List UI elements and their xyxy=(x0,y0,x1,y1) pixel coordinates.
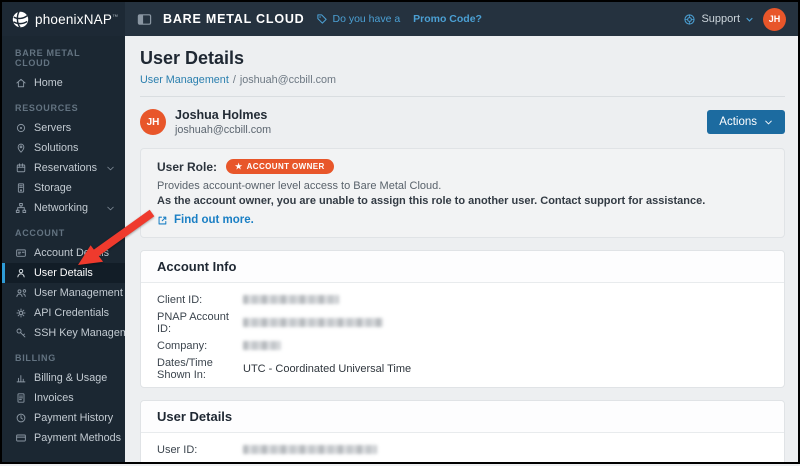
chevron-down-icon xyxy=(746,17,753,22)
role-description: Provides account-owner level access to B… xyxy=(157,180,442,192)
sidebar-item-user-management[interactable]: User Management xyxy=(2,283,125,303)
user-email: joshuah@ccbill.com xyxy=(175,124,272,136)
user-avatar[interactable]: JH xyxy=(763,7,786,31)
credit-card-icon xyxy=(16,434,26,442)
sidebar-section-bmc: BARE METAL CLOUD xyxy=(15,48,81,68)
users-icon xyxy=(16,289,27,298)
breadcrumb-user-management-link[interactable]: User Management xyxy=(140,74,229,86)
globe-icon xyxy=(11,10,30,28)
promo-tag-icon xyxy=(316,14,327,24)
sidebar: BARE METAL CLOUD Home RESOURCES Servers … xyxy=(2,36,125,462)
home-icon xyxy=(16,78,26,88)
networking-icon xyxy=(15,203,27,213)
info-row-company: Company: xyxy=(141,334,784,357)
chevron-down-icon xyxy=(107,206,114,210)
breadcrumb: User Management / joshuah@ccbill.com xyxy=(140,74,785,86)
user-role-panel: User Role: ★ ACCOUNT OWNER Provides acco… xyxy=(140,148,785,238)
redacted-value xyxy=(243,341,281,350)
user-details-card: User Details User ID: First Name: Joshua… xyxy=(140,400,785,462)
app-window: phoenixNAP™ BARE METAL CLOUD Do you have… xyxy=(2,2,798,462)
sidebar-item-billing-usage[interactable]: Billing & Usage xyxy=(2,368,125,388)
logo-text: phoenixNAP™ xyxy=(35,11,119,27)
sidebar-item-storage[interactable]: Storage xyxy=(2,178,125,198)
phoenixnap-logo[interactable]: phoenixNAP™ xyxy=(2,2,125,36)
sidebar-item-reservations[interactable]: Reservations xyxy=(2,158,125,178)
breadcrumb-separator: / xyxy=(232,74,236,86)
avatar: JH xyxy=(140,109,166,135)
sidebar-item-invoices[interactable]: Invoices xyxy=(2,388,125,408)
actions-button[interactable]: Actions xyxy=(707,110,785,134)
product-name: BARE METAL CLOUD xyxy=(163,12,305,26)
id-card-icon xyxy=(16,249,26,257)
storage-icon xyxy=(17,183,25,193)
account-info-title: Account Info xyxy=(141,251,784,283)
info-row-first-name: First Name: Joshua xyxy=(141,461,784,462)
topbar-main: BARE METAL CLOUD Do you have a Promo Cod… xyxy=(125,2,798,36)
redacted-value xyxy=(243,445,377,454)
redacted-value xyxy=(243,318,383,327)
star-icon: ★ xyxy=(235,161,243,171)
sidebar-section-account: ACCOUNT xyxy=(15,228,65,238)
breadcrumb-current: joshuah@ccbill.com xyxy=(239,74,337,86)
redacted-value xyxy=(243,295,339,304)
info-row-client-id: Client ID: xyxy=(141,288,784,311)
map-pin-icon xyxy=(17,143,25,153)
info-row-timezone: Dates/Time Shown In: UTC - Coordinated U… xyxy=(157,356,412,381)
account-owner-badge: ★ ACCOUNT OWNER xyxy=(226,159,334,174)
clock-icon xyxy=(16,413,26,423)
user-name: Joshua Holmes xyxy=(175,108,268,122)
invoice-icon xyxy=(17,393,25,403)
sidebar-section-resources: RESOURCES xyxy=(15,103,79,113)
find-out-more-link[interactable]: Find out more. xyxy=(157,214,768,226)
sidebar-item-account-details[interactable]: Account Details xyxy=(2,243,125,263)
sidebar-item-home[interactable]: Home xyxy=(2,73,125,93)
bar-chart-icon xyxy=(16,375,26,383)
key-icon xyxy=(16,328,26,338)
user-summary-row: JH Joshua Holmes joshuah@ccbill.com Acti… xyxy=(140,97,785,148)
support-menu[interactable]: Support xyxy=(683,13,754,26)
sidebar-section-billing: BILLING xyxy=(15,353,56,363)
sidebar-item-solutions[interactable]: Solutions xyxy=(2,138,125,158)
sidebar-item-ssh-key-management[interactable]: SSH Key Management xyxy=(2,323,125,343)
topbar: phoenixNAP™ BARE METAL CLOUD Do you have… xyxy=(2,2,798,36)
calendar-icon xyxy=(16,163,26,173)
sidebar-item-networking[interactable]: Networking xyxy=(2,198,125,218)
account-info-card: Account Info Client ID: PNAP Account ID:… xyxy=(140,250,785,388)
external-link-icon xyxy=(158,216,167,224)
sidebar-toggle-icon[interactable] xyxy=(137,12,152,27)
servers-icon xyxy=(16,123,26,133)
chevron-down-icon xyxy=(765,120,772,125)
sidebar-item-payment-methods[interactable]: Payment Methods xyxy=(2,428,125,448)
sidebar-item-servers[interactable]: Servers xyxy=(2,118,125,138)
user-icon xyxy=(17,268,25,278)
support-lifering-icon xyxy=(684,13,696,25)
sidebar-item-api-credentials[interactable]: API Credentials xyxy=(2,303,125,323)
role-note: As the account owner, you are unable to … xyxy=(157,195,706,207)
promo-code-link[interactable]: Do you have a Promo Code? xyxy=(316,13,482,25)
topbar-right: Support JH xyxy=(683,7,786,31)
page-title: User Details xyxy=(140,48,245,68)
user-details-title: User Details xyxy=(141,401,784,433)
main-content: User Details User Management / joshuah@c… xyxy=(125,36,798,462)
user-role-label: User Role: xyxy=(157,159,218,174)
sidebar-item-payment-history[interactable]: Payment History xyxy=(2,408,125,428)
info-row-user-id: User ID: xyxy=(141,438,784,461)
chevron-down-icon xyxy=(107,166,114,170)
sidebar-item-user-details[interactable]: User Details xyxy=(2,263,125,283)
gear-icon xyxy=(16,308,26,318)
info-row-pnap-account-id: PNAP Account ID: xyxy=(141,311,784,335)
